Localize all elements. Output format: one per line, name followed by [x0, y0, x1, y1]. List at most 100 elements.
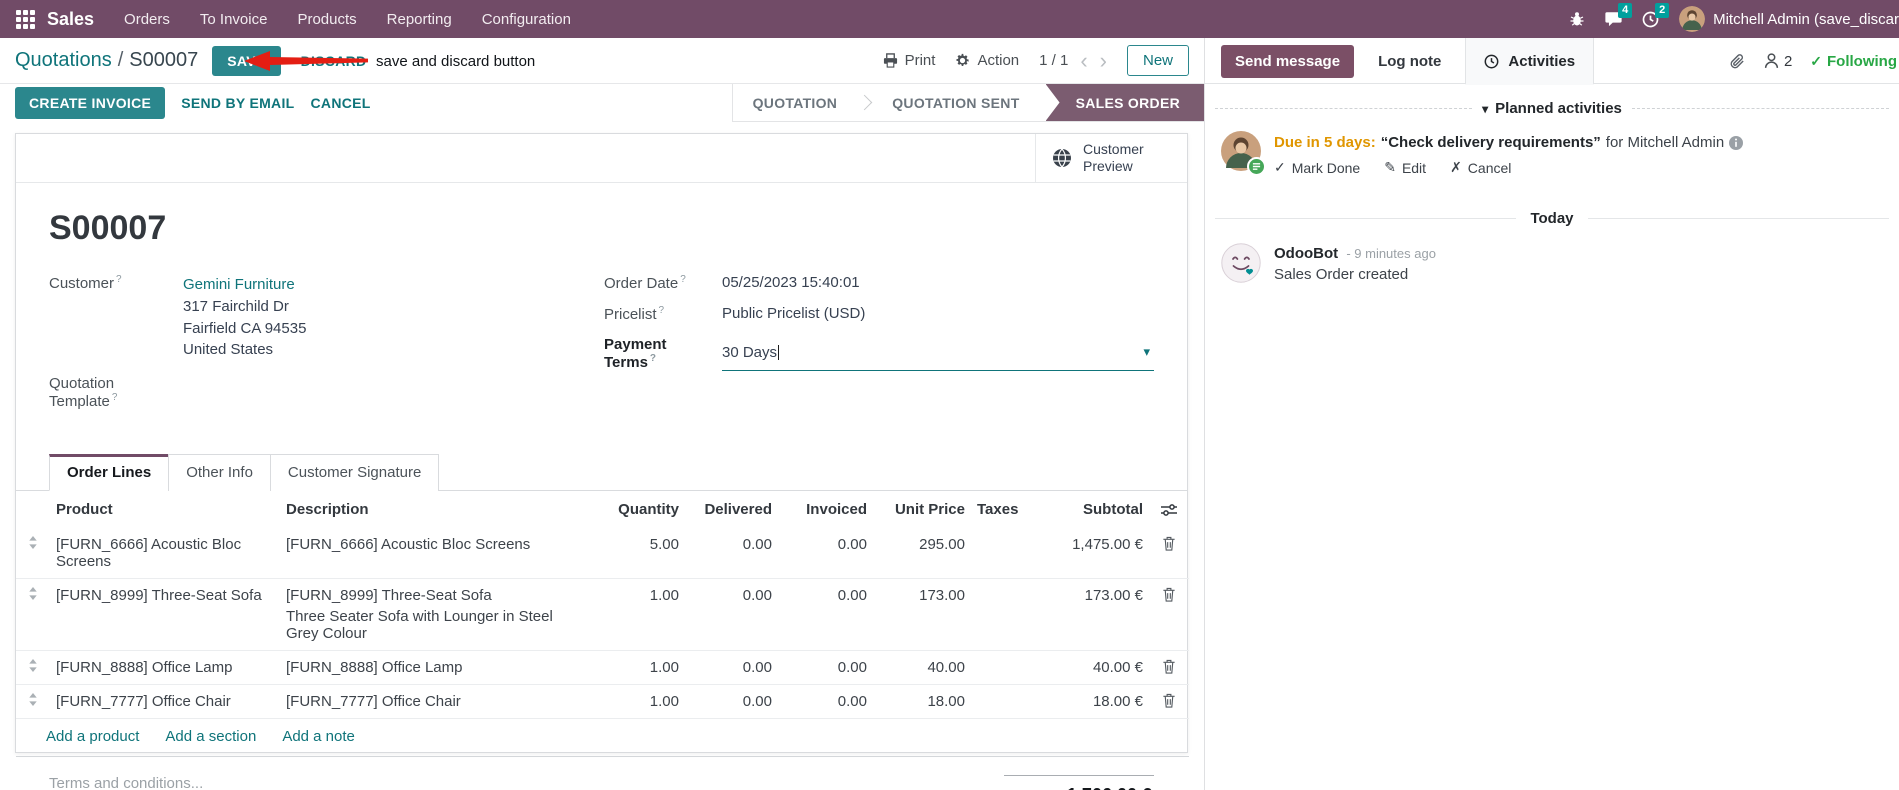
send-message-button[interactable]: Send message: [1221, 44, 1355, 78]
terms-placeholder[interactable]: Terms and conditions...: [49, 775, 203, 790]
col-invoiced[interactable]: Invoiced: [778, 491, 873, 528]
add-section-link[interactable]: Add a section: [165, 728, 256, 745]
nav-item-to-invoice[interactable]: To Invoice: [200, 11, 268, 28]
col-description[interactable]: Description: [280, 491, 595, 528]
add-product-link[interactable]: Add a product: [46, 728, 139, 745]
col-delivered[interactable]: Delivered: [685, 491, 778, 528]
drag-handle-icon[interactable]: [16, 528, 50, 579]
add-note-link[interactable]: Add a note: [282, 728, 355, 745]
cell-taxes[interactable]: [971, 650, 1033, 685]
cell-unit-price[interactable]: 173.00: [873, 578, 971, 651]
cell-delivered[interactable]: 0.00: [685, 684, 778, 719]
activities-tab[interactable]: Activities: [1465, 38, 1595, 84]
customer-preview-button[interactable]: Customer Preview: [1035, 134, 1187, 182]
help-icon[interactable]: ?: [659, 305, 665, 316]
cell-quantity[interactable]: 1.00: [595, 650, 685, 685]
cell-unit-price[interactable]: 18.00: [873, 684, 971, 719]
delete-row-button[interactable]: [1149, 650, 1189, 685]
cell-delivered[interactable]: 0.00: [685, 528, 778, 579]
new-button[interactable]: New: [1126, 45, 1189, 76]
cell-description[interactable]: [FURN_7777] Office Chair: [280, 684, 595, 719]
delete-row-button[interactable]: [1149, 684, 1189, 719]
help-icon[interactable]: ?: [112, 392, 118, 403]
tab-customer-signature[interactable]: Customer Signature: [269, 454, 440, 491]
cell-invoiced[interactable]: 0.00: [778, 650, 873, 685]
cancel-activity-button[interactable]: ✗ Cancel: [1450, 159, 1511, 176]
help-icon[interactable]: ?: [116, 274, 122, 285]
dropdown-caret-icon[interactable]: ▾: [1143, 344, 1154, 360]
nav-item-reporting[interactable]: Reporting: [387, 11, 452, 28]
cell-description[interactable]: [FURN_8888] Office Lamp: [280, 650, 595, 685]
cell-product[interactable]: [FURN_7777] Office Chair: [50, 684, 280, 719]
col-taxes[interactable]: Taxes: [971, 491, 1033, 528]
drag-handle-icon[interactable]: [16, 578, 50, 651]
log-note-button[interactable]: Log note: [1378, 53, 1441, 70]
create-invoice-button[interactable]: CREATE INVOICE: [15, 87, 166, 119]
user-menu[interactable]: Mitchell Admin (save_discar: [1679, 6, 1899, 32]
drag-handle-icon[interactable]: [16, 684, 50, 719]
col-product[interactable]: Product: [50, 491, 280, 528]
planned-activities-toggle[interactable]: ▾ Planned activities: [1482, 100, 1622, 117]
cell-taxes[interactable]: [971, 578, 1033, 651]
status-quotation-sent[interactable]: QUOTATION SENT: [872, 84, 1039, 121]
cell-delivered[interactable]: 0.00: [685, 650, 778, 685]
cell-unit-price[interactable]: 295.00: [873, 528, 971, 579]
info-icon[interactable]: [1729, 135, 1744, 150]
cell-unit-price[interactable]: 40.00: [873, 650, 971, 685]
col-unit-price[interactable]: Unit Price: [873, 491, 971, 528]
tab-order-lines[interactable]: Order Lines: [49, 454, 170, 491]
cell-invoiced[interactable]: 0.00: [778, 578, 873, 651]
payment-terms-input[interactable]: 30 Days ▾: [722, 336, 1154, 371]
apps-grid-icon[interactable]: [16, 9, 35, 29]
activity-type-badge-icon: [1247, 157, 1266, 176]
cancel-button[interactable]: CANCEL: [311, 95, 371, 111]
cell-product[interactable]: [FURN_6666] Acoustic Bloc Screens: [50, 528, 280, 579]
drag-handle-icon[interactable]: [16, 650, 50, 685]
print-button[interactable]: Print: [883, 52, 935, 69]
cell-taxes[interactable]: [971, 684, 1033, 719]
help-icon[interactable]: ?: [680, 274, 686, 285]
cell-product[interactable]: [FURN_8888] Office Lamp: [50, 650, 280, 685]
customer-link[interactable]: Gemini Furniture: [183, 274, 306, 296]
cell-delivered[interactable]: 0.00: [685, 578, 778, 651]
paperclip-icon[interactable]: [1729, 53, 1746, 70]
nav-item-products[interactable]: Products: [297, 11, 356, 28]
cell-quantity[interactable]: 5.00: [595, 528, 685, 579]
chevron-right-icon[interactable]: ›: [1100, 49, 1107, 72]
message-author[interactable]: OdooBot: [1274, 245, 1338, 262]
tab-other-info[interactable]: Other Info: [168, 454, 271, 491]
cell-taxes[interactable]: [971, 528, 1033, 579]
help-icon[interactable]: ?: [650, 353, 656, 364]
pricelist-field[interactable]: Public Pricelist (USD): [722, 305, 865, 323]
status-sales-order[interactable]: SALES ORDER: [1045, 84, 1204, 121]
breadcrumb-quotations[interactable]: Quotations: [15, 49, 112, 72]
nav-item-orders[interactable]: Orders: [124, 11, 170, 28]
cell-quantity[interactable]: 1.00: [595, 578, 685, 651]
mark-done-button[interactable]: ✓ Mark Done: [1274, 159, 1360, 176]
col-quantity[interactable]: Quantity: [595, 491, 685, 528]
delete-row-button[interactable]: [1149, 528, 1189, 579]
following-button[interactable]: ✓ Following: [1810, 53, 1897, 70]
order-date-field[interactable]: 05/25/2023 15:40:01: [722, 274, 860, 292]
cell-description[interactable]: [FURN_8999] Three-Seat Sofa Three Seater…: [280, 578, 595, 651]
col-subtotal[interactable]: Subtotal: [1033, 491, 1149, 528]
cell-description[interactable]: [FURN_6666] Acoustic Bloc Screens: [280, 528, 595, 579]
app-name[interactable]: Sales: [47, 9, 94, 30]
cell-quantity[interactable]: 1.00: [595, 684, 685, 719]
delete-row-button[interactable]: [1149, 578, 1189, 651]
cell-invoiced[interactable]: 0.00: [778, 684, 873, 719]
nav-item-configuration[interactable]: Configuration: [482, 11, 571, 28]
cell-invoiced[interactable]: 0.00: [778, 528, 873, 579]
edit-activity-button[interactable]: ✎ Edit: [1384, 159, 1426, 176]
activities-clock-icon[interactable]: 2: [1642, 2, 1670, 28]
followers-button[interactable]: 2: [1764, 53, 1792, 70]
planned-activities-divider: ▾ Planned activities: [1215, 100, 1889, 117]
column-settings-icon[interactable]: [1149, 491, 1189, 528]
cell-product[interactable]: [FURN_8999] Three-Seat Sofa: [50, 578, 280, 651]
send-by-email-button[interactable]: SEND BY EMAIL: [181, 95, 294, 111]
bug-icon[interactable]: [1569, 11, 1585, 27]
messages-icon[interactable]: 4: [1605, 3, 1633, 27]
chevron-left-icon[interactable]: ‹: [1080, 49, 1087, 72]
action-button[interactable]: Action: [955, 52, 1019, 69]
status-quotation[interactable]: QUOTATION: [733, 84, 858, 121]
